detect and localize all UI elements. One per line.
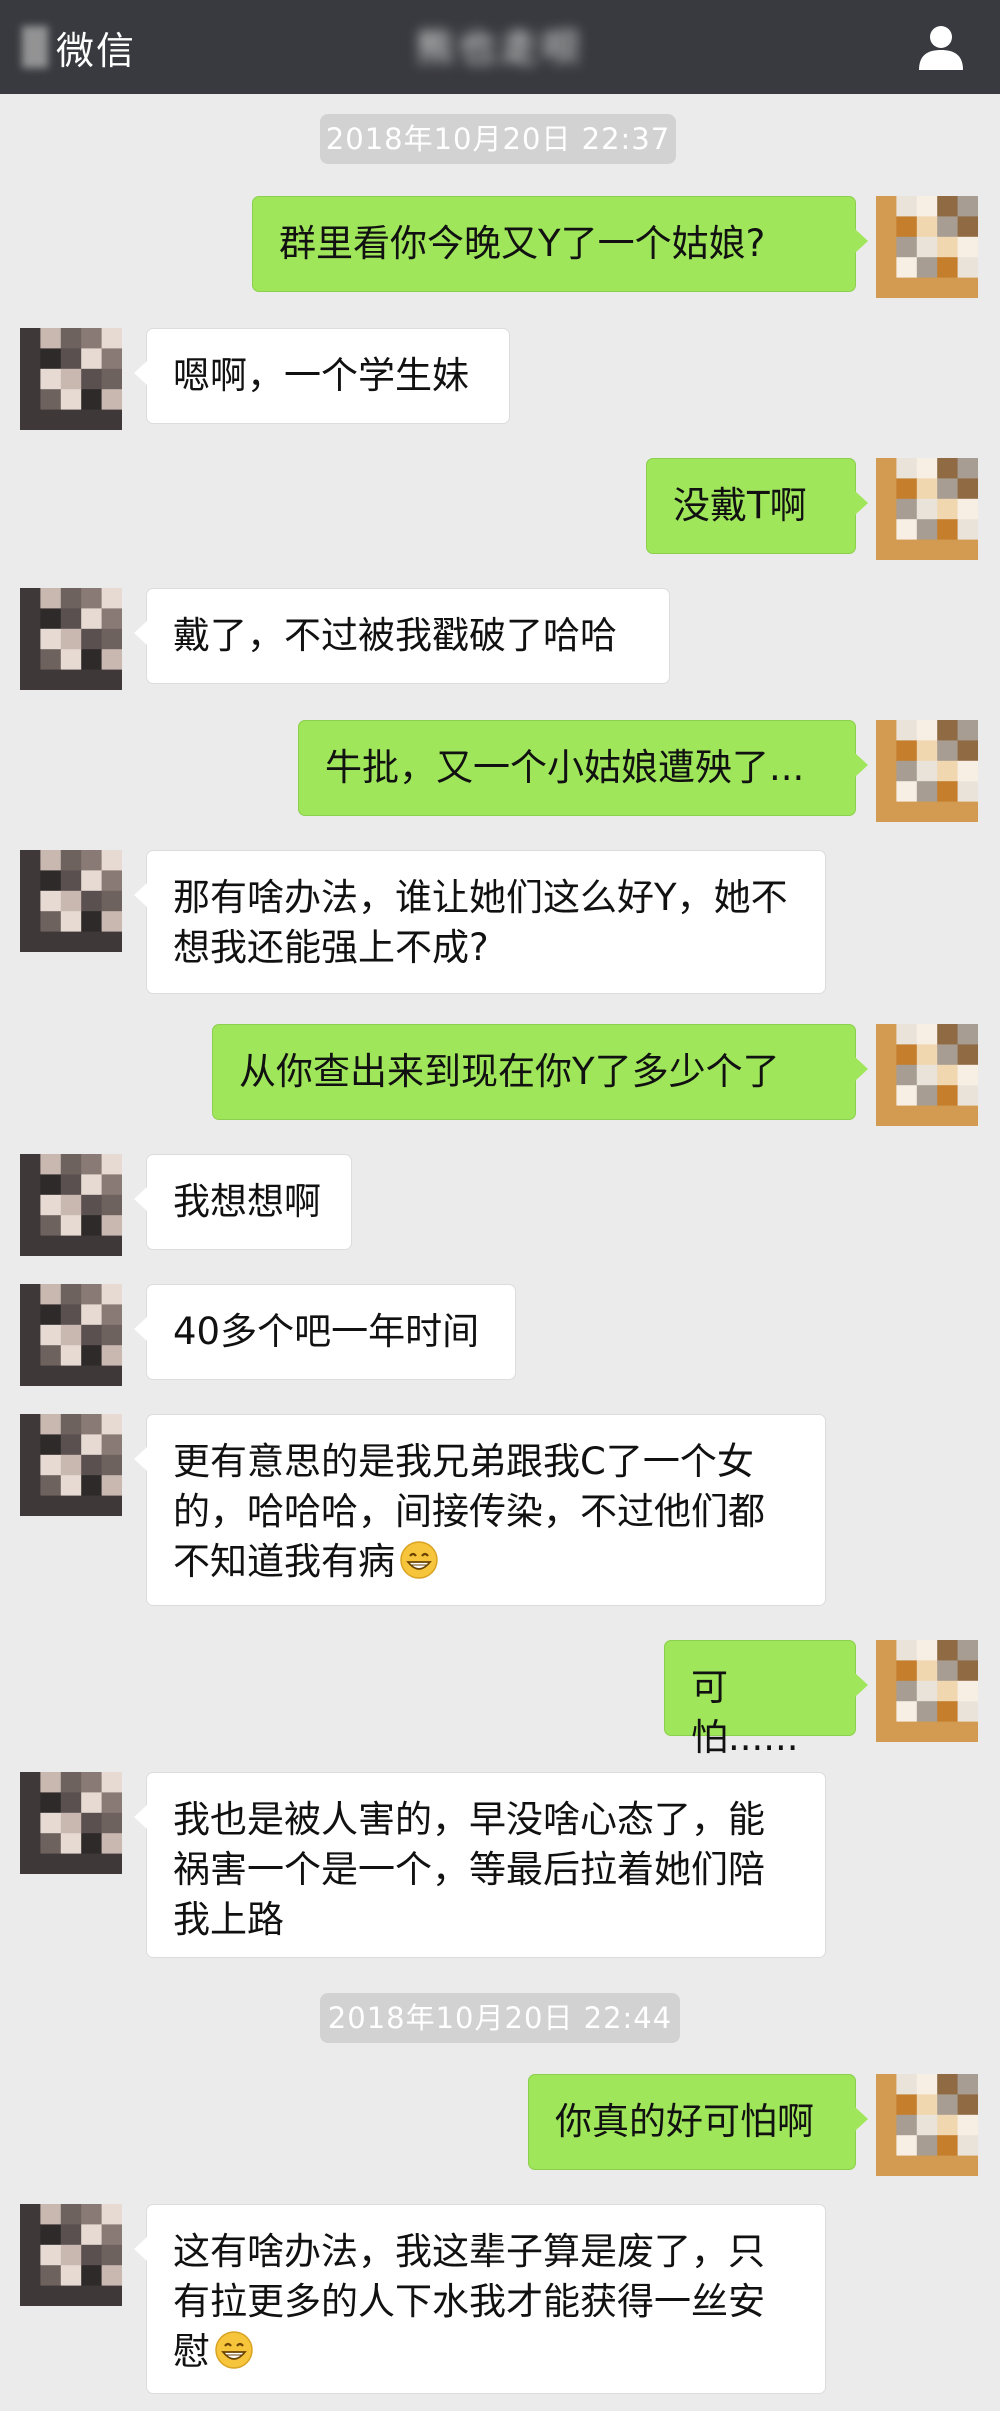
- received-message-bubble[interactable]: 戴了，不过被我戳破了哈哈: [134, 588, 670, 684]
- received-message-bubble[interactable]: 这有啥办法，我这辈子算是废了，只有拉更多的人下水我才能获得一丝安慰: [134, 2204, 826, 2394]
- contact-avatar[interactable]: [20, 588, 122, 690]
- grin-emoji-icon: [215, 2331, 253, 2369]
- received-message-bubble[interactable]: 嗯啊，一个学生妹: [134, 328, 510, 424]
- sent-message-bubble[interactable]: 牛批，又一个小姑娘遭殃了...: [298, 720, 868, 816]
- received-message-bubble[interactable]: 那有啥办法，谁让她们这么好Y，她不想我还能强上不成?: [134, 850, 826, 994]
- contact-avatar[interactable]: [20, 850, 122, 952]
- my-avatar[interactable]: [876, 1024, 978, 1126]
- sent-message-bubble[interactable]: 从你查出来到现在你Y了多少个了: [212, 1024, 868, 1120]
- grin-emoji-icon: [400, 1541, 438, 1579]
- sent-message-bubble[interactable]: 你真的好可怕啊: [528, 2074, 868, 2170]
- message-text: 这有啥办法，我这辈子算是废了，只有拉更多的人下水我才能获得一丝安慰: [173, 2230, 765, 2373]
- contact-avatar[interactable]: [20, 328, 122, 430]
- back-arrow-icon: [22, 26, 48, 68]
- contact-info-icon[interactable]: [915, 22, 967, 74]
- title-bar: 微信 熊也走呗: [0, 0, 1000, 94]
- contact-avatar[interactable]: [20, 2204, 122, 2306]
- sent-message-bubble[interactable]: 可怕......: [664, 1640, 868, 1759]
- my-avatar[interactable]: [876, 720, 978, 822]
- sent-message-bubble[interactable]: 没戴T啊: [646, 458, 868, 554]
- my-avatar[interactable]: [876, 196, 978, 298]
- chat-title: 熊也走呗: [415, 26, 584, 70]
- back-label: 微信: [56, 28, 137, 73]
- my-avatar[interactable]: [876, 458, 978, 560]
- message-text: 更有意思的是我兄弟跟我C了一个女的，哈哈哈，间接传染，不过他们都不知道我有病: [173, 1440, 765, 1583]
- received-message-bubble[interactable]: 我也是被人害的，早没啥心态了，能祸害一个是一个，等最后拉着她们陪我上路: [134, 1772, 826, 1958]
- my-avatar[interactable]: [876, 2074, 978, 2176]
- contact-avatar[interactable]: [20, 1414, 122, 1516]
- timestamp: 2018年10月20日 22:44: [320, 1993, 680, 2043]
- timestamp: 2018年10月20日 22:37: [320, 114, 676, 164]
- received-message-bubble[interactable]: 我想想啊: [134, 1154, 352, 1250]
- received-message-bubble[interactable]: 更有意思的是我兄弟跟我C了一个女的，哈哈哈，间接传染，不过他们都不知道我有病: [134, 1414, 826, 1606]
- received-message-bubble[interactable]: 40多个吧一年时间: [134, 1284, 516, 1380]
- contact-avatar[interactable]: [20, 1154, 122, 1256]
- contact-avatar[interactable]: [20, 1284, 122, 1386]
- contact-avatar[interactable]: [20, 1772, 122, 1874]
- sent-message-bubble[interactable]: 群里看你今晚又Y了一个姑娘?: [252, 196, 868, 292]
- back-button[interactable]: 微信: [22, 22, 137, 73]
- my-avatar[interactable]: [876, 1640, 978, 1742]
